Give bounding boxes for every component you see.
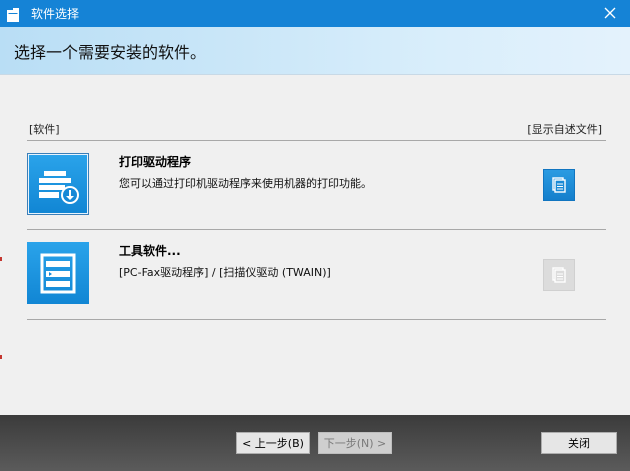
- next-button: 下一步(N) >: [318, 432, 392, 454]
- close-button[interactable]: 关闭: [541, 432, 617, 454]
- printer-download-icon: [29, 155, 87, 213]
- software-column-header: [软件]: [29, 123, 60, 136]
- printer-driver-title[interactable]: 打印驱动程序: [119, 153, 191, 170]
- edge-mark: [0, 257, 2, 261]
- window-title: 软件选择: [31, 7, 80, 21]
- divider: [27, 229, 606, 230]
- printer-driver-description: 您可以通过打印机驱动程序来使用机器的打印功能。: [119, 177, 372, 190]
- instruction-banner: 选择一个需要安装的软件。: [0, 27, 630, 75]
- readme-column-header: [显示自述文件]: [527, 123, 602, 136]
- tools-icon: [27, 242, 89, 304]
- tools-tile[interactable]: [27, 242, 89, 304]
- divider: [27, 319, 606, 320]
- document-icon: [552, 177, 566, 193]
- instruction-heading: 选择一个需要安装的软件。: [14, 43, 207, 62]
- footer-bar: < 上一步(B) 下一步(N) > 关闭: [0, 415, 630, 471]
- printer-driver-readme-button[interactable]: [543, 169, 575, 201]
- title-bar: 软件选择: [0, 0, 630, 27]
- edge-mark: [0, 355, 2, 359]
- app-icon: [7, 7, 19, 22]
- tools-description: [PC-Fax驱动程序] / [扫描仪驱动 (TWAIN)]: [119, 266, 331, 279]
- software-selection-dialog: 软件选择 选择一个需要安装的软件。 [软件] [显示自述文件] 打印驱动程序 您…: [0, 0, 630, 471]
- tools-title[interactable]: 工具软件...: [119, 242, 181, 259]
- divider: [27, 140, 606, 141]
- document-icon: [552, 267, 566, 283]
- back-button[interactable]: < 上一步(B): [236, 432, 310, 454]
- tools-readme-button: [543, 259, 575, 291]
- close-icon[interactable]: [600, 3, 620, 23]
- printer-driver-tile[interactable]: [27, 153, 89, 215]
